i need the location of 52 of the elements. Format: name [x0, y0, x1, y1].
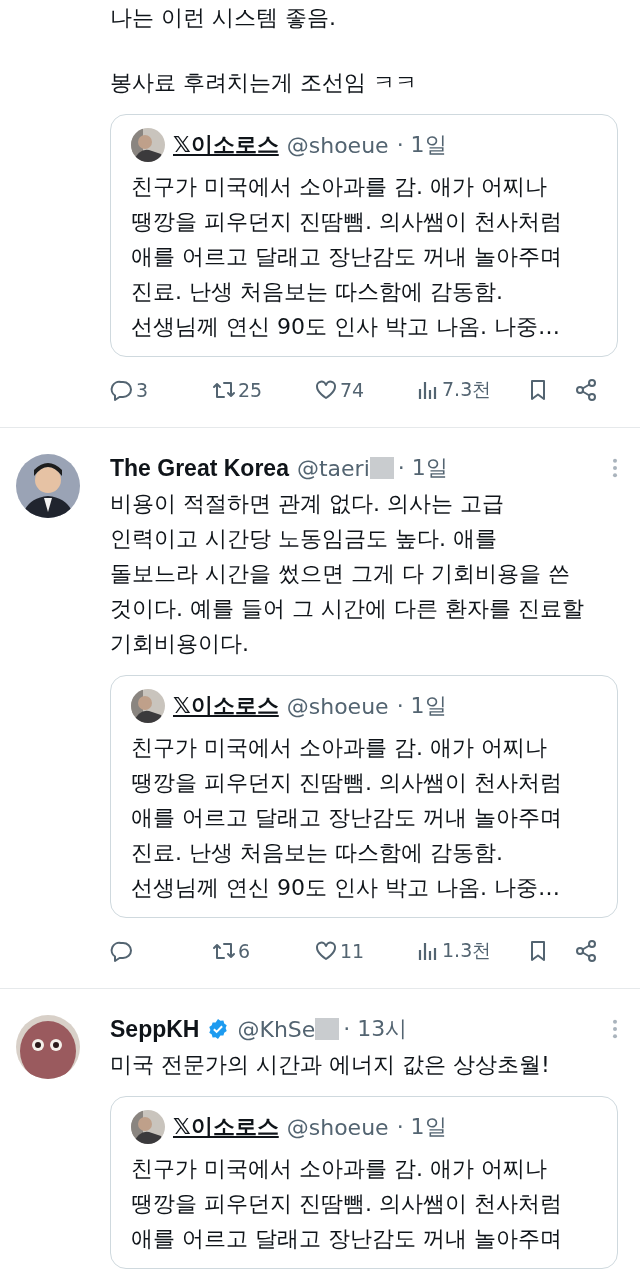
author-name[interactable]: SeppKH — [110, 1015, 200, 1043]
quoted-text: 진료. 난생 처음보는 따스함에 감동함. — [131, 839, 504, 867]
like-count: 11 — [340, 940, 365, 962]
quoted-author-name: 𝕏이소로스 — [173, 1113, 279, 1141]
quoted-author-handle: @shoeue — [286, 132, 389, 158]
author-handle: @KhSe — [237, 1016, 316, 1042]
quoted-post-card[interactable]: 𝕏이소로스 @shoeue · 1일 친구가 미국에서 소아과를 감. 애가 어찌나 땡깡을 피우던지 진땀뺌. 의사쌤이 천사처럼 애를 어르고 달래고 장난감도 꺼내 놀아주며 진료. 난생 처음보는 따스함에 감동함. 선생님께 연신 90도 인사 박고 나옴. 나중… — [110, 675, 618, 918]
post-text: 돌보느라 시간을 썼으면 그게 다 기회비용을 쓴 — [110, 560, 571, 588]
author-handle: @taeri — [296, 455, 370, 481]
post-time: · 1일 — [397, 454, 448, 482]
post-text: 봉사료 후려치는게 조선임 ㅋㅋ — [110, 69, 418, 97]
share-icon[interactable] — [574, 939, 598, 963]
quoted-author-handle: @shoeue — [286, 1114, 389, 1140]
heart-icon[interactable] — [314, 939, 338, 963]
view-count: 7.3천 — [442, 377, 492, 402]
quoted-text: 진료. 난생 처음보는 따스함에 감동함. — [131, 278, 504, 306]
share-icon[interactable] — [574, 378, 598, 402]
quoted-post-card[interactable]: 𝕏이소로스 @shoeue · 1일 친구가 미국에서 소아과를 감. 애가 어찌나 땡깡을 피우던지 진땀뺌. 의사쌤이 천사처럼 애를 어르고 달래고 장난감도 꺼내 놀아주며 진료. 난생 처음보는 따스함에 감동함. 선생님께 연신 90도 인사 박고 나옴. 나중… — [110, 114, 618, 357]
post-text: 나는 이런 시스템 좋음. — [110, 4, 337, 32]
quoted-text: 친구가 미국에서 소아과를 감. 애가 어찌나 — [131, 734, 548, 762]
reply-count: 3 — [136, 379, 149, 401]
quoted-text: 땡깡을 피우던지 진땀뺌. 의사쌤이 천사처럼 — [131, 208, 563, 236]
quoted-text: 애를 어르고 달래고 장난감도 꺼내 놀아주며 — [131, 1225, 563, 1253]
quoted-text: 땡깡을 피우던지 진땀뺌. 의사쌤이 천사처럼 — [131, 769, 563, 797]
quoted-text: 애를 어르고 달래고 장난감도 꺼내 놀아주며 — [131, 804, 563, 832]
quoted-text: 친구가 미국에서 소아과를 감. 애가 어찌나 — [131, 173, 548, 201]
quoted-author-handle: @shoeue — [286, 693, 389, 719]
post-time: · 13시 — [343, 1015, 408, 1043]
post-text: 것이다. 예를 들어 그 시간에 다른 환자를 진료할 — [110, 595, 585, 623]
post-text: 인력이고 시간당 노동임금도 높다. 애를 — [110, 525, 498, 553]
quoted-author-name: 𝕏이소로스 — [173, 131, 279, 159]
post-text: 기회비용이다. — [110, 630, 250, 658]
quoted-text: 선생님께 연신 90도 인사 박고 나옴. 나중… — [131, 313, 561, 341]
author-name[interactable]: The Great Korea — [110, 454, 289, 482]
post-time: · 1일 — [396, 1113, 447, 1141]
quoted-text: 선생님께 연신 90도 인사 박고 나옴. 나중… — [131, 874, 561, 902]
view-count: 1.3천 — [442, 938, 492, 963]
post-text: 비용이 적절하면 관계 없다. 의사는 고급 — [110, 490, 505, 518]
quoted-text: 땡깡을 피우던지 진땀뺌. 의사쌤이 천사처럼 — [131, 1190, 563, 1218]
quoted-post-card[interactable]: 𝕏이소로스 @shoeue · 1일 친구가 미국에서 소아과를 감. 애가 어찌나 땡깡을 피우던지 진땀뺌. 의사쌤이 천사처럼 애를 어르고 달래고 장난감도 꺼내 놀아주며 — [110, 1096, 618, 1269]
quoted-text: 친구가 미국에서 소아과를 감. 애가 어찌나 — [131, 1155, 548, 1183]
like-count: 74 — [340, 379, 365, 401]
post-time: · 1일 — [396, 131, 447, 159]
post-text: 미국 전문가의 시간과 에너지 값은 상상초월! — [110, 1051, 551, 1079]
repost-count: 25 — [238, 379, 263, 401]
reply-icon[interactable] — [110, 378, 134, 402]
quoted-text: 애를 어르고 달래고 장난감도 꺼내 놀아주며 — [131, 243, 563, 271]
quoted-author-name: 𝕏이소로스 — [173, 692, 279, 720]
repost-count: 6 — [238, 940, 251, 962]
heart-icon[interactable] — [314, 378, 338, 402]
post-time: · 1일 — [396, 692, 447, 720]
reply-icon[interactable] — [110, 939, 134, 963]
